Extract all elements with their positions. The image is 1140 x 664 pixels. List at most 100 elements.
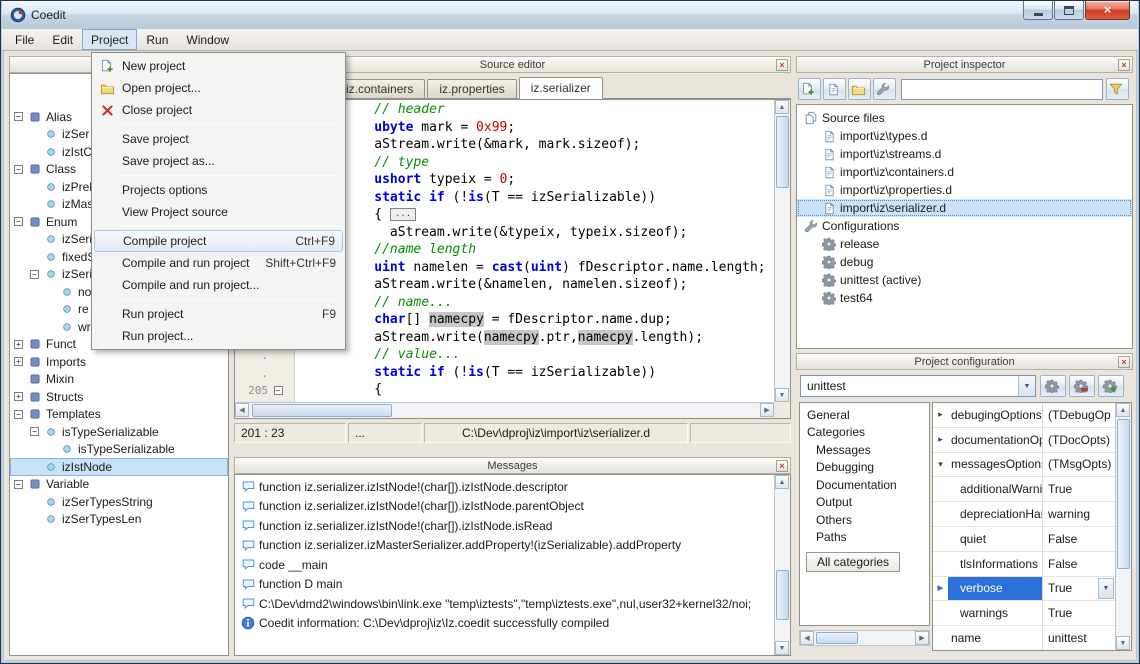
category-messages[interactable]: Messages (800, 441, 929, 459)
symbol-structs[interactable]: +Structs (10, 388, 228, 406)
property-grid[interactable]: ▸debugingOptions(TDebugOp▸documentationO… (933, 403, 1115, 650)
property-name[interactable]: nameunittest (933, 626, 1115, 651)
scroll-left-icon[interactable]: ◀ (800, 631, 814, 645)
source-editor-close-icon[interactable]: × (776, 59, 788, 71)
messages-close-icon[interactable]: × (776, 460, 788, 472)
menu-item-projects-options[interactable]: Projects options (94, 179, 343, 201)
inspector-import-iz-containers-d[interactable]: import\iz\containers.d (797, 163, 1132, 181)
menu-item-run-project[interactable]: Run project... (94, 325, 343, 347)
scroll-down-icon[interactable]: ▼ (775, 641, 789, 655)
category-general[interactable]: General (800, 406, 929, 424)
inspector-unittest-active[interactable]: unittest (active) (797, 271, 1132, 289)
message-item[interactable]: C:\Dev\dmd2\windows\bin\link.exe "temp\i… (236, 594, 772, 614)
category-categories[interactable]: Categories (800, 424, 929, 442)
inspector-debug[interactable]: debug (797, 253, 1132, 271)
categories-hscrollbar[interactable]: ◀ ▶ (799, 630, 930, 646)
menu-item-new-project[interactable]: New project (94, 55, 343, 77)
property-messagesoptions[interactable]: ▾messagesOptions(TMsgOpts) (933, 453, 1115, 478)
expander-icon[interactable]: ▸ (938, 409, 943, 420)
category-output[interactable]: Output (800, 494, 929, 512)
inspector-import-iz-streams-d[interactable]: import\iz\streams.d (797, 145, 1132, 163)
add-config-button[interactable] (1098, 375, 1124, 397)
close-button[interactable]: × (1085, 1, 1130, 20)
property-additionalwarni[interactable]: additionalWarniTrue (933, 477, 1115, 502)
vscrollbar-thumb[interactable] (1117, 419, 1130, 569)
file-button[interactable] (823, 78, 846, 100)
category-documentation[interactable]: Documentation (800, 476, 929, 494)
symbol-imports[interactable]: +Imports (10, 353, 228, 371)
inspector-import-iz-types-d[interactable]: import\iz\types.d (797, 127, 1132, 145)
tree-expander-icon[interactable]: − (14, 410, 23, 419)
category-others[interactable]: Others (800, 511, 929, 529)
configuration-select[interactable]: unittest ▼ (800, 375, 1036, 397)
scroll-right-icon[interactable]: ▶ (915, 631, 929, 645)
scroll-up-icon[interactable]: ▲ (1116, 403, 1130, 417)
tree-expander-icon[interactable]: − (14, 217, 23, 226)
symbol-izsertypesstring[interactable]: izSerTypesString (10, 493, 228, 511)
tree-expander-icon[interactable]: − (14, 165, 23, 174)
tree-expander-icon[interactable]: + (14, 357, 23, 366)
menu-item-compile-and-run-project[interactable]: Compile and run projectShift+Ctrl+F9 (94, 252, 343, 274)
tab-iz-containers[interactable]: iz.containers (334, 79, 425, 98)
chevron-down-icon[interactable]: ▼ (1098, 578, 1114, 600)
inspector-tree[interactable]: Source filesimport\iz\types.dimport\iz\s… (797, 105, 1132, 307)
hscrollbar-thumb[interactable] (252, 404, 392, 417)
message-item[interactable]: Coedit information: C:\Dev\dproj\iz\Iz.c… (236, 614, 772, 634)
menu-item-save-project-as[interactable]: Save project as... (94, 150, 343, 172)
tab-iz-properties[interactable]: iz.properties (427, 79, 516, 98)
tree-expander-icon[interactable]: − (14, 112, 23, 121)
menubar-run[interactable]: Run (137, 29, 177, 50)
project-configuration-close-icon[interactable]: × (1118, 356, 1130, 368)
symbol-variable[interactable]: −Variable (10, 476, 228, 494)
expander-icon[interactable]: ▸ (938, 434, 943, 445)
category-debugging[interactable]: Debugging (800, 459, 929, 477)
expander-icon[interactable]: ▾ (938, 459, 943, 470)
tree-expander-icon[interactable]: + (14, 340, 23, 349)
scroll-right-icon[interactable]: ▶ (760, 403, 774, 417)
message-item[interactable]: function D main (236, 575, 772, 595)
minimize-button[interactable] (1023, 1, 1053, 20)
tab-iz-serializer[interactable]: iz.serializer (519, 77, 603, 99)
tree-expander-icon[interactable]: − (30, 427, 39, 436)
symbol-mixin[interactable]: Mixin (10, 371, 228, 389)
filter-button[interactable] (1106, 78, 1129, 100)
menubar-file[interactable]: File (6, 29, 43, 50)
fold-collapse-icon[interactable]: − (274, 386, 283, 395)
code-area[interactable]: // header ubyte mark = 0x99; aStream.wri… (296, 100, 774, 402)
new-file-button[interactable] (798, 78, 821, 100)
menu-item-compile-project[interactable]: Compile projectCtrl+F9 (94, 230, 343, 252)
symbol-istypeserializable[interactable]: −isTypeSerializable (10, 423, 228, 441)
grid-vscrollbar[interactable]: ▲ ▼ (1115, 403, 1131, 650)
symbol-istypeserializable[interactable]: isTypeSerializable (10, 441, 228, 459)
scroll-down-icon[interactable]: ▼ (775, 388, 789, 402)
menubar-window[interactable]: Window (177, 29, 238, 50)
message-item[interactable]: function iz.serializer.izIstNode!(char[]… (236, 497, 772, 517)
menu-item-save-project[interactable]: Save project (94, 128, 343, 150)
messages-list[interactable]: function iz.serializer.izIstNode!(char[]… (236, 477, 772, 654)
scroll-left-icon[interactable]: ◀ (235, 403, 249, 417)
inspector-configurations[interactable]: Configurations (797, 217, 1132, 235)
menu-item-compile-and-run-project[interactable]: Compile and run project... (94, 274, 343, 296)
maximize-button[interactable] (1054, 1, 1084, 20)
vscrollbar-thumb[interactable] (776, 116, 789, 188)
message-item[interactable]: function iz.serializer.izMasterSerialize… (236, 536, 772, 556)
property-warnings[interactable]: warningsTrue (933, 601, 1115, 626)
menubar-edit[interactable]: Edit (43, 29, 82, 50)
tree-expander-icon[interactable]: − (30, 270, 39, 279)
symbol-templates[interactable]: −Templates (10, 406, 228, 424)
scroll-up-icon[interactable]: ▲ (775, 100, 789, 114)
message-item[interactable]: function iz.serializer.izIstNode!(char[]… (236, 477, 772, 497)
inspector-release[interactable]: release (797, 235, 1132, 253)
vscrollbar-thumb[interactable] (776, 570, 789, 620)
filter-input[interactable] (901, 79, 1103, 100)
category-paths[interactable]: Paths (800, 529, 929, 547)
property-verbose[interactable]: ►verboseTrue▼ (933, 577, 1115, 602)
property-debugingoptions[interactable]: ▸debugingOptions(TDebugOp (933, 403, 1115, 428)
message-item[interactable]: code __main (236, 555, 772, 575)
symbol-izsertypeslen[interactable]: izSerTypesLen (10, 511, 228, 529)
options-button[interactable] (873, 78, 896, 100)
editor-hscrollbar[interactable]: ◀ ▶ (235, 402, 774, 418)
inspector-source-files[interactable]: Source files (797, 109, 1132, 127)
inspector-import-iz-properties-d[interactable]: import\iz\properties.d (797, 181, 1132, 199)
inspector-test64[interactable]: test64 (797, 289, 1132, 307)
